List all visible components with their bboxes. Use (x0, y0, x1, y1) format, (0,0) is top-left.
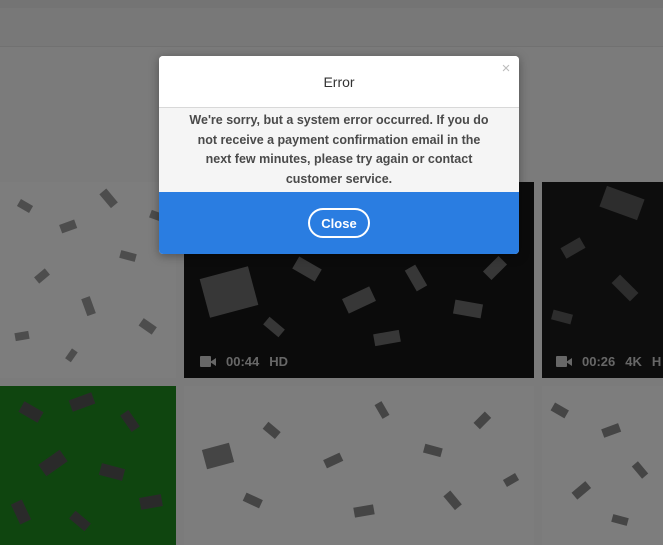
dialog-body: We're sorry, but a system error occurred… (159, 108, 519, 192)
dialog-title: Error (323, 73, 355, 90)
error-dialog: Error × We're sorry, but a system error … (159, 56, 519, 254)
dialog-footer: Close (159, 192, 519, 254)
stock-video-page: 00:44 HD 00:26 4K H (0, 0, 663, 545)
dialog-header: Error × (159, 56, 519, 108)
close-icon[interactable]: × (499, 61, 513, 76)
error-message: We're sorry, but a system error occurred… (189, 113, 489, 186)
close-button[interactable]: Close (308, 208, 370, 238)
